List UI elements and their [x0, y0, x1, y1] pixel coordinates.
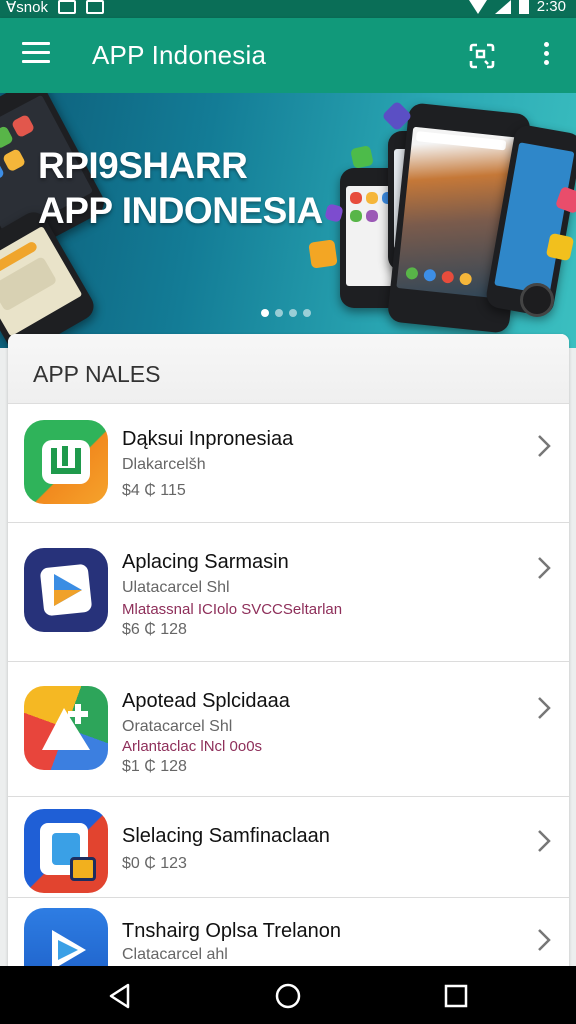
app-subtitle: Dlakarcelšh	[122, 456, 206, 473]
chevron-right-icon	[538, 830, 551, 852]
app-price: $6 ₵ 128	[122, 621, 187, 638]
app-list-item[interactable]: Apotead Splcidaaa Oratacarcel Shl Arlant…	[8, 662, 569, 797]
chevron-right-icon	[538, 557, 551, 579]
clock: 2:30	[536, 0, 566, 15]
banner-headline: RPI9SHARR APP INDONESIA	[38, 143, 323, 233]
app-price: $0 ₵ 123	[122, 855, 187, 872]
home-icon[interactable]	[274, 982, 302, 1010]
hamburger-menu-icon[interactable]	[22, 42, 50, 68]
app-subtitle: Ulatacarcel Shl	[122, 579, 230, 596]
section-header: APP NALES	[8, 334, 569, 404]
colorful-plus-app-icon	[24, 686, 108, 770]
app-subtitle: Clatacarcel ahl	[122, 946, 228, 963]
wifi-icon	[468, 0, 487, 14]
blue-play-app-icon-2	[24, 908, 108, 974]
carrier-label: Ɐsnok	[6, 0, 48, 16]
carousel-dot[interactable]	[261, 309, 269, 317]
app-title: Dąksui Inpronesiaa	[122, 428, 294, 450]
app-price: $4 ₵ 115	[122, 482, 186, 499]
green-bracket-app-icon	[24, 420, 108, 504]
blue-lock-app-icon	[24, 809, 108, 893]
status-bar: Ɐsnok 2:30	[0, 0, 576, 18]
carousel-dot[interactable]	[275, 309, 283, 317]
app-title: Tnshairg Oplsa Trelanon	[122, 920, 342, 942]
scan-icon[interactable]	[468, 42, 496, 70]
app-list-item[interactable]: Slelacing Samfinaclaan $0 ₵ 123	[8, 797, 569, 898]
system-nav-bar	[0, 966, 576, 1024]
back-icon[interactable]	[106, 982, 134, 1010]
carousel-dot[interactable]	[289, 309, 297, 317]
notification-icon-2	[85, 0, 104, 14]
app-tag: Arlantaclac lNcl 0o0s	[122, 738, 263, 755]
signal-icon	[494, 0, 511, 14]
app-title: Aplacing Sarmasin	[122, 551, 289, 573]
decor-tile	[545, 232, 575, 262]
recents-icon[interactable]	[442, 982, 470, 1010]
app-title: Slelacing Samfinaclaan	[122, 825, 330, 847]
app-tag: Mlatassnal ICIolo SVCCSeltarlan	[122, 601, 343, 618]
app-title: APP Indonesia	[92, 40, 267, 70]
camera-decor	[520, 283, 554, 317]
promo-banner[interactable]: RPI9SHARR APP INDONESIA	[0, 93, 576, 348]
blue-play-app-icon	[24, 548, 108, 632]
battery-icon	[518, 0, 529, 14]
banner-line-2: APP INDONESIA	[38, 190, 323, 231]
carousel-indicator	[261, 309, 311, 317]
decor-tile	[308, 239, 338, 269]
app-price: $1 ₵ 128	[122, 758, 187, 775]
app-bar: APP Indonesia	[0, 18, 576, 93]
section-title: APP NALES	[33, 361, 161, 387]
banner-line-1: RPI9SHARR	[38, 145, 248, 186]
app-list-card: APP NALES Dąksui Inpronesiaa Dlakarcelšh…	[8, 334, 569, 974]
app-title: Apotead Splcidaaa	[122, 690, 290, 712]
chevron-right-icon	[538, 929, 551, 951]
chevron-right-icon	[538, 435, 551, 457]
app-list-item[interactable]: Dąksui Inpronesiaa Dlakarcelšh $4 ₵ 115	[8, 404, 569, 523]
notification-icon	[57, 0, 76, 14]
app-list-item[interactable]: Aplacing Sarmasin Ulatacarcel Shl Mlatas…	[8, 523, 569, 662]
decor-tile	[350, 145, 374, 169]
more-options-icon[interactable]	[538, 42, 554, 70]
carousel-dot[interactable]	[303, 309, 311, 317]
app-list-item[interactable]: Tnshairg Oplsa Trelanon Clatacarcel ahl	[8, 898, 569, 974]
app-subtitle: Oratacarcel Shl	[122, 718, 233, 735]
chevron-right-icon	[538, 697, 551, 719]
